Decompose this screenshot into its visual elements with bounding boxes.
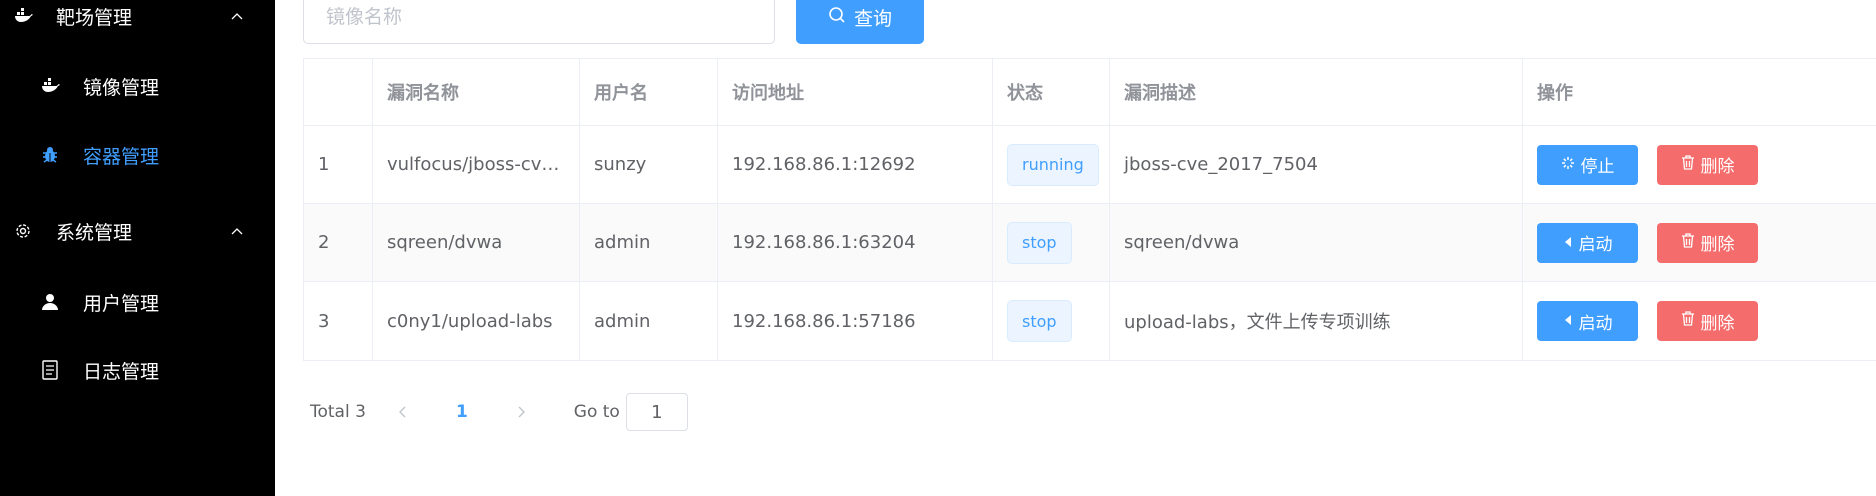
sidebar-item-label: 系统管理: [56, 221, 133, 244]
trash-icon: [1681, 232, 1695, 253]
sidebar-item-label: 靶场管理: [56, 6, 133, 29]
status-cell: running: [993, 126, 1110, 203]
status-badge: stop: [1007, 221, 1072, 264]
bug-icon: [39, 144, 61, 166]
vuln-name: sqreen/dvwa: [373, 204, 580, 281]
stop-button[interactable]: 停止: [1537, 144, 1638, 185]
sidebar-item-label: 容器管理: [83, 145, 160, 168]
row-index: 3: [304, 282, 373, 360]
access-address: 192.168.86.1:57186: [718, 282, 993, 360]
delete-button[interactable]: 删除: [1657, 222, 1758, 263]
access-address: 192.168.86.1:12692: [718, 126, 993, 203]
status-cell: stop: [993, 282, 1110, 360]
search-input[interactable]: [304, 5, 774, 29]
sidebar-item-label: 用户管理: [83, 292, 160, 315]
column-header: 状态: [993, 59, 1110, 125]
pagination: Total 3 1 Go to 1: [310, 392, 688, 432]
start-button[interactable]: 启动: [1537, 222, 1638, 263]
trash-icon: [1681, 154, 1695, 175]
table-row: 1 vulfocus/jboss-cve… sunzy 192.168.86.1…: [304, 126, 1876, 204]
delete-button[interactable]: 删除: [1657, 301, 1758, 341]
search-icon: [828, 6, 846, 29]
table-row: 2 sqreen/dvwa admin 192.168.86.1:63204 s…: [304, 204, 1876, 282]
vuln-name: c0ny1/upload-labs: [373, 282, 580, 360]
sidebar-item-label: 镜像管理: [83, 76, 160, 99]
loading-icon: [1561, 155, 1575, 175]
table-header: 漏洞名称 用户名 访问地址 状态 漏洞描述 操作: [304, 59, 1876, 126]
sidebar-item-range-management[interactable]: 靶场管理: [0, 0, 275, 36]
sidebar-item-log-management[interactable]: 日志管理: [0, 350, 275, 390]
sidebar-item-system-management[interactable]: 系统管理: [0, 211, 275, 251]
column-header: 访问地址: [718, 59, 993, 125]
caret-left-icon: [1563, 233, 1573, 253]
delete-button[interactable]: 删除: [1657, 144, 1758, 185]
sidebar: 靶场管理 镜像管理 容器管理 系统管理 用户管理 日志管理: [0, 0, 275, 496]
gear-icon: [12, 220, 34, 242]
pagination-page-current[interactable]: 1: [456, 402, 468, 422]
column-header: 漏洞描述: [1110, 59, 1523, 125]
user-name: sunzy: [580, 126, 718, 203]
row-index: 1: [304, 126, 373, 203]
vuln-name: vulfocus/jboss-cve…: [373, 126, 580, 203]
status-badge: running: [1007, 143, 1099, 186]
access-address: 192.168.86.1:63204: [718, 204, 993, 281]
pagination-goto-label: Go to: [573, 402, 620, 422]
user-name: admin: [580, 204, 718, 281]
docker-icon: [12, 5, 34, 27]
search-button-label: 查询: [853, 7, 892, 30]
row-index: 2: [304, 204, 373, 281]
container-table: 漏洞名称 用户名 访问地址 状态 漏洞描述 操作 1 vulfocus/jbos…: [303, 58, 1876, 361]
user-icon: [39, 291, 61, 313]
chevron-right-icon[interactable]: [510, 401, 532, 423]
vuln-description: upload-labs，文件上传专项训练: [1110, 282, 1523, 360]
actions-cell: 启动 删除: [1523, 282, 1876, 360]
pagination-total: Total 3: [310, 402, 366, 422]
vuln-description: sqreen/dvwa: [1110, 204, 1523, 281]
search-button[interactable]: 查询: [796, 0, 924, 44]
pagination-goto-input[interactable]: 1: [625, 393, 688, 431]
status-badge: stop: [1007, 300, 1072, 342]
vuln-description: jboss-cve_2017_7504: [1110, 126, 1523, 203]
caret-left-icon: [1563, 311, 1573, 331]
actions-cell: 启动 删除: [1523, 204, 1876, 281]
chevron-up-icon: [229, 223, 245, 239]
column-header: 漏洞名称: [373, 59, 580, 125]
trash-icon: [1681, 311, 1695, 331]
document-icon: [39, 359, 61, 381]
column-header: [304, 59, 373, 125]
actions-cell: 停止 删除: [1523, 126, 1876, 203]
column-header: 用户名: [580, 59, 718, 125]
user-name: admin: [580, 282, 718, 360]
chevron-left-icon[interactable]: [392, 401, 414, 423]
start-button[interactable]: 启动: [1537, 301, 1638, 341]
table-row: 3 c0ny1/upload-labs admin 192.168.86.1:5…: [304, 282, 1876, 360]
column-header: 操作: [1537, 83, 1573, 104]
sidebar-item-container-management[interactable]: 容器管理: [0, 135, 275, 175]
docker-icon: [39, 75, 61, 97]
sidebar-item-user-management[interactable]: 用户管理: [0, 282, 275, 322]
sidebar-item-image-management[interactable]: 镜像管理: [0, 66, 275, 106]
status-cell: stop: [993, 204, 1110, 281]
search-input-wrapper: [303, 0, 775, 44]
sidebar-item-label: 日志管理: [83, 360, 160, 383]
chevron-up-icon: [229, 8, 245, 24]
